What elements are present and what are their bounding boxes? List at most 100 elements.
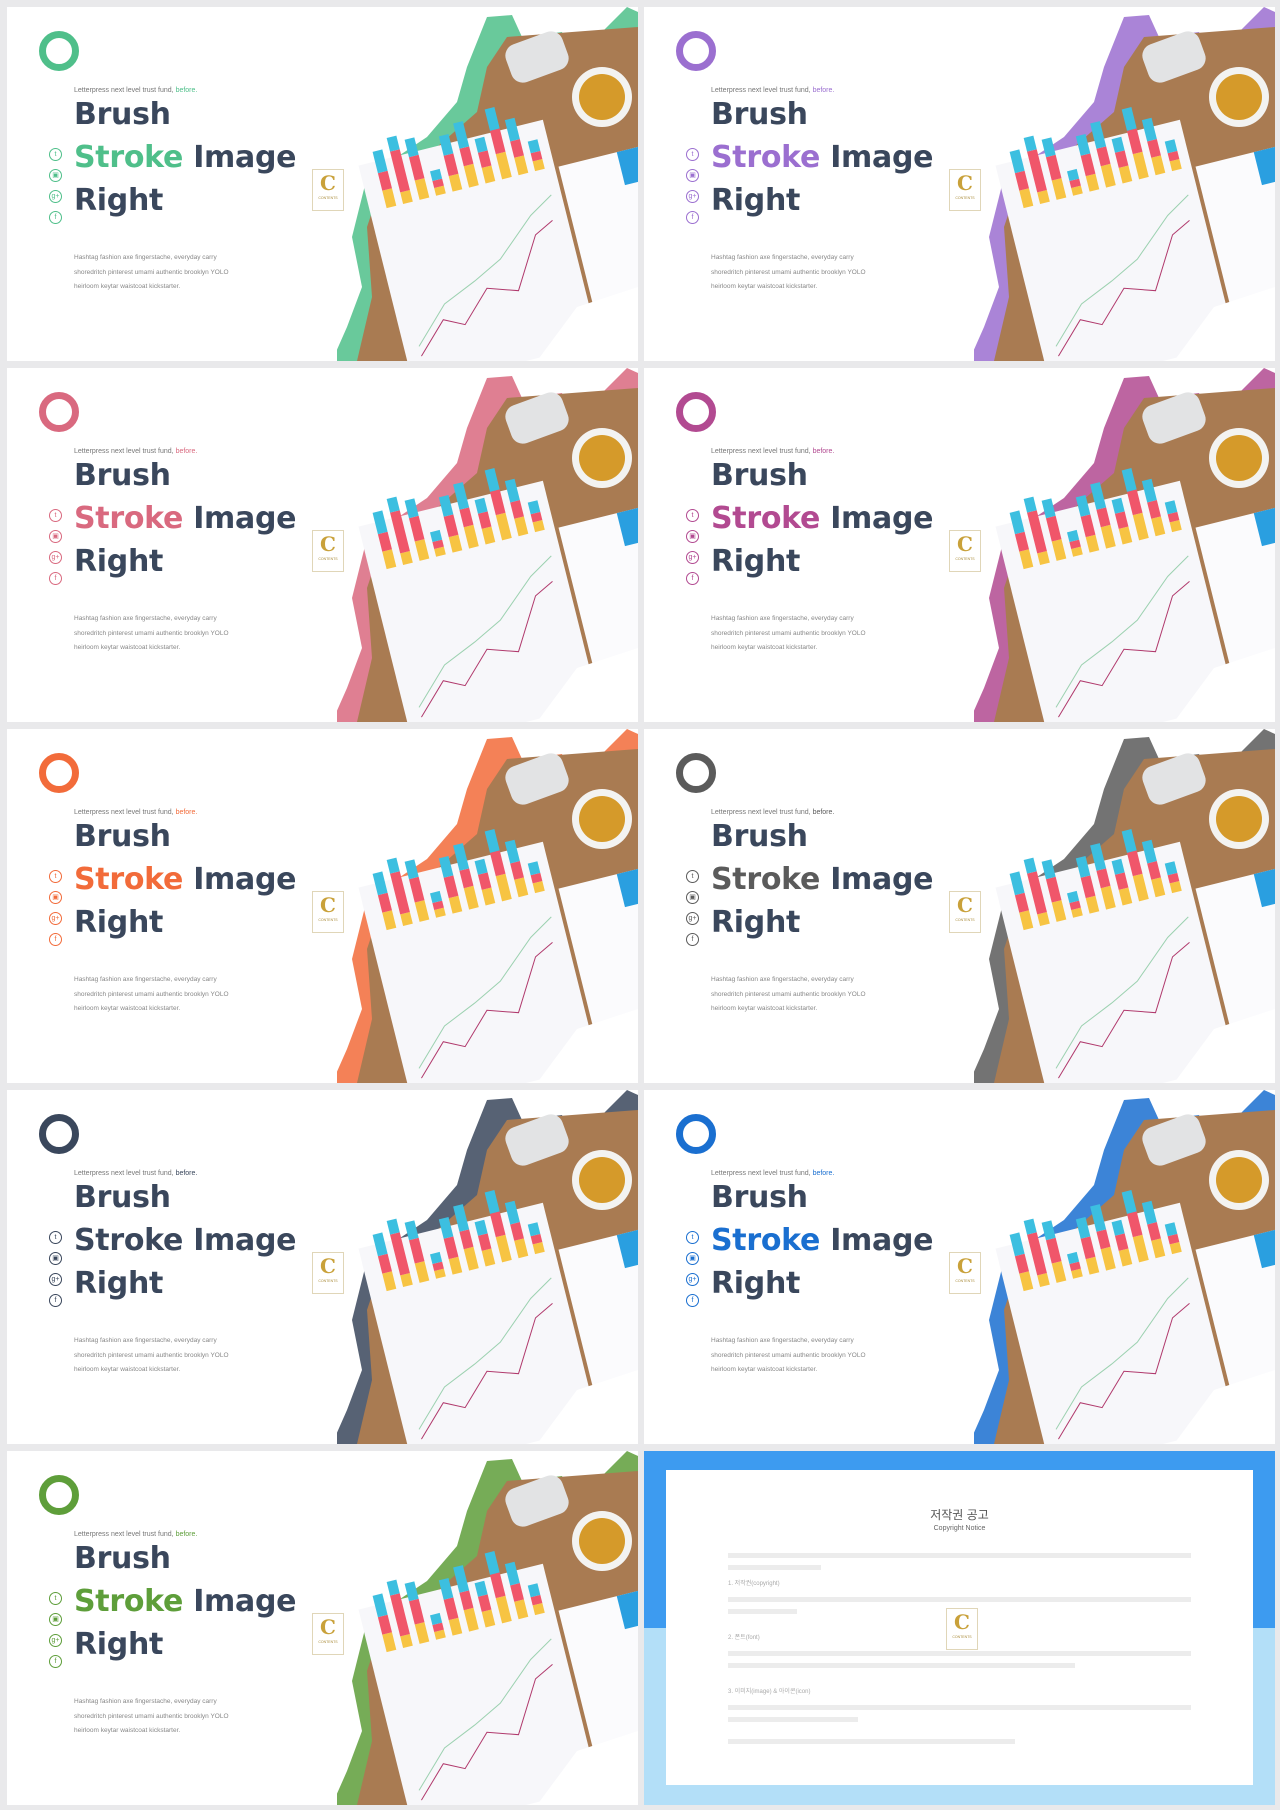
contents-logo: C CONTENTS <box>949 530 981 572</box>
title-line-1: Brush <box>711 458 808 493</box>
twitter-icon[interactable]: t <box>49 509 62 522</box>
google-plus-icon[interactable]: g+ <box>49 1634 62 1647</box>
title-line-1: Brush <box>711 819 808 854</box>
brush-stroke-photo <box>974 7 1275 361</box>
title-line-3: Right <box>711 905 801 940</box>
twitter-icon[interactable]: t <box>49 1592 62 1605</box>
slide-thumbnail[interactable]: Letterpress next level trust fund, befor… <box>644 1090 1275 1444</box>
ring-logo-icon <box>39 1475 79 1515</box>
contents-logo: C CONTENTS <box>946 1608 978 1650</box>
slide-thumbnail[interactable]: Letterpress next level trust fund, befor… <box>7 368 638 722</box>
brush-stroke-photo <box>974 729 1275 1083</box>
ring-logo-icon <box>39 392 79 432</box>
slide-thumbnail[interactable]: Letterpress next level trust fund, befor… <box>644 7 1275 361</box>
paper-bar <box>1023 857 1037 874</box>
youtube-icon[interactable]: ▣ <box>49 530 62 543</box>
youtube-icon[interactable]: ▣ <box>49 169 62 182</box>
facebook-icon[interactable]: f <box>49 933 62 946</box>
copyright-subtitle: Copyright Notice <box>933 1525 986 1532</box>
body-text: Hashtag fashion axe fingerstache, everyd… <box>74 615 229 651</box>
google-plus-icon[interactable]: g+ <box>49 190 62 203</box>
title-line-2: Stroke Image <box>711 501 934 536</box>
contents-logo: C CONTENTS <box>949 891 981 933</box>
facebook-icon[interactable]: f <box>686 211 699 224</box>
brush-stroke-photo <box>337 1090 638 1444</box>
copyright-slide[interactable]: 저작권 공고 Copyright Notice 1. 저작권(copyright… <box>644 1451 1275 1805</box>
twitter-icon[interactable]: t <box>49 1231 62 1244</box>
paper-bar <box>1023 135 1037 152</box>
section-heading: 2. 폰트(font) <box>728 1635 760 1641</box>
facebook-icon[interactable]: f <box>686 1294 699 1307</box>
body-text: Hashtag fashion axe fingerstache, everyd… <box>74 1337 229 1373</box>
google-plus-icon[interactable]: g+ <box>686 1273 699 1286</box>
ring-logo-icon <box>39 753 79 793</box>
title-line-3: Right <box>711 183 801 218</box>
google-plus-icon[interactable]: g+ <box>49 551 62 564</box>
contents-logo: C CONTENTS <box>312 530 344 572</box>
youtube-icon[interactable]: ▣ <box>49 1613 62 1626</box>
google-plus-icon[interactable]: g+ <box>686 551 699 564</box>
brush-stroke-photo <box>974 1090 1275 1444</box>
brush-stroke-photo <box>974 368 1275 722</box>
copyright-footer <box>728 1732 1191 1744</box>
body-text: Hashtag fashion axe fingerstache, everyd… <box>711 254 866 290</box>
google-plus-icon[interactable]: g+ <box>686 912 699 925</box>
body-text: Hashtag fashion axe fingerstache, everyd… <box>74 254 229 290</box>
ring-logo-icon <box>676 392 716 432</box>
slide-thumbnail[interactable]: Letterpress next level trust fund, befor… <box>7 1451 638 1805</box>
body-text: Hashtag fashion axe fingerstache, everyd… <box>74 976 229 1012</box>
contents-logo: C CONTENTS <box>949 1252 981 1294</box>
body-text: Hashtag fashion axe fingerstache, everyd… <box>711 1337 866 1373</box>
facebook-icon[interactable]: f <box>49 211 62 224</box>
slide-thumbnail[interactable]: Letterpress next level trust fund, befor… <box>7 7 638 361</box>
title-line-3: Right <box>711 1266 801 1301</box>
title-line-2: Stroke Image <box>74 1223 297 1258</box>
google-plus-icon[interactable]: g+ <box>49 1273 62 1286</box>
title-line-1: Brush <box>74 1180 171 1215</box>
youtube-icon[interactable]: ▣ <box>686 169 699 182</box>
youtube-icon[interactable]: ▣ <box>686 891 699 904</box>
twitter-icon[interactable]: t <box>49 148 62 161</box>
ring-logo-icon <box>39 1114 79 1154</box>
youtube-icon[interactable]: ▣ <box>686 530 699 543</box>
paper-bar <box>386 496 400 513</box>
paper-bar <box>1023 496 1037 513</box>
tagline: Letterpress next level trust fund, befor… <box>711 1170 835 1177</box>
copyright-section-3: 3. 이미지(image) & 아이콘(icon) <box>728 1686 1191 1722</box>
tagline: Letterpress next level trust fund, befor… <box>74 87 198 94</box>
twitter-icon[interactable]: t <box>49 870 62 883</box>
facebook-icon[interactable]: f <box>49 1655 62 1668</box>
slide-thumbnail[interactable]: Letterpress next level trust fund, befor… <box>644 729 1275 1083</box>
section-heading: 1. 저작권(copyright) <box>728 1581 780 1587</box>
title-line-1: Brush <box>711 1180 808 1215</box>
twitter-icon[interactable]: t <box>686 509 699 522</box>
tagline: Letterpress next level trust fund, befor… <box>711 809 835 816</box>
twitter-icon[interactable]: t <box>686 148 699 161</box>
brush-stroke-photo <box>337 7 638 361</box>
twitter-icon[interactable]: t <box>686 1231 699 1244</box>
title-line-1: Brush <box>711 97 808 132</box>
brush-stroke-photo <box>337 368 638 722</box>
youtube-icon[interactable]: ▣ <box>49 891 62 904</box>
contents-logo: C CONTENTS <box>312 1613 344 1655</box>
ring-logo-icon <box>39 31 79 71</box>
slide-thumbnail[interactable]: Letterpress next level trust fund, befor… <box>644 368 1275 722</box>
facebook-icon[interactable]: f <box>686 572 699 585</box>
facebook-icon[interactable]: f <box>49 572 62 585</box>
google-plus-icon[interactable]: g+ <box>686 190 699 203</box>
title-line-2: Stroke Image <box>74 140 297 175</box>
facebook-icon[interactable]: f <box>686 933 699 946</box>
youtube-icon[interactable]: ▣ <box>49 1252 62 1265</box>
slide-thumbnail[interactable]: Letterpress next level trust fund, befor… <box>7 1090 638 1444</box>
slide-thumbnail[interactable]: Letterpress next level trust fund, befor… <box>7 729 638 1083</box>
title-line-3: Right <box>74 1266 164 1301</box>
copyright-title: 저작권 공고 <box>930 1508 989 1522</box>
facebook-icon[interactable]: f <box>49 1294 62 1307</box>
google-plus-icon[interactable]: g+ <box>49 912 62 925</box>
title-line-3: Right <box>74 544 164 579</box>
twitter-icon[interactable]: t <box>686 870 699 883</box>
contents-logo: C CONTENTS <box>312 891 344 933</box>
title-line-2: Stroke Image <box>74 501 297 536</box>
youtube-icon[interactable]: ▣ <box>686 1252 699 1265</box>
contents-logo: C CONTENTS <box>949 169 981 211</box>
